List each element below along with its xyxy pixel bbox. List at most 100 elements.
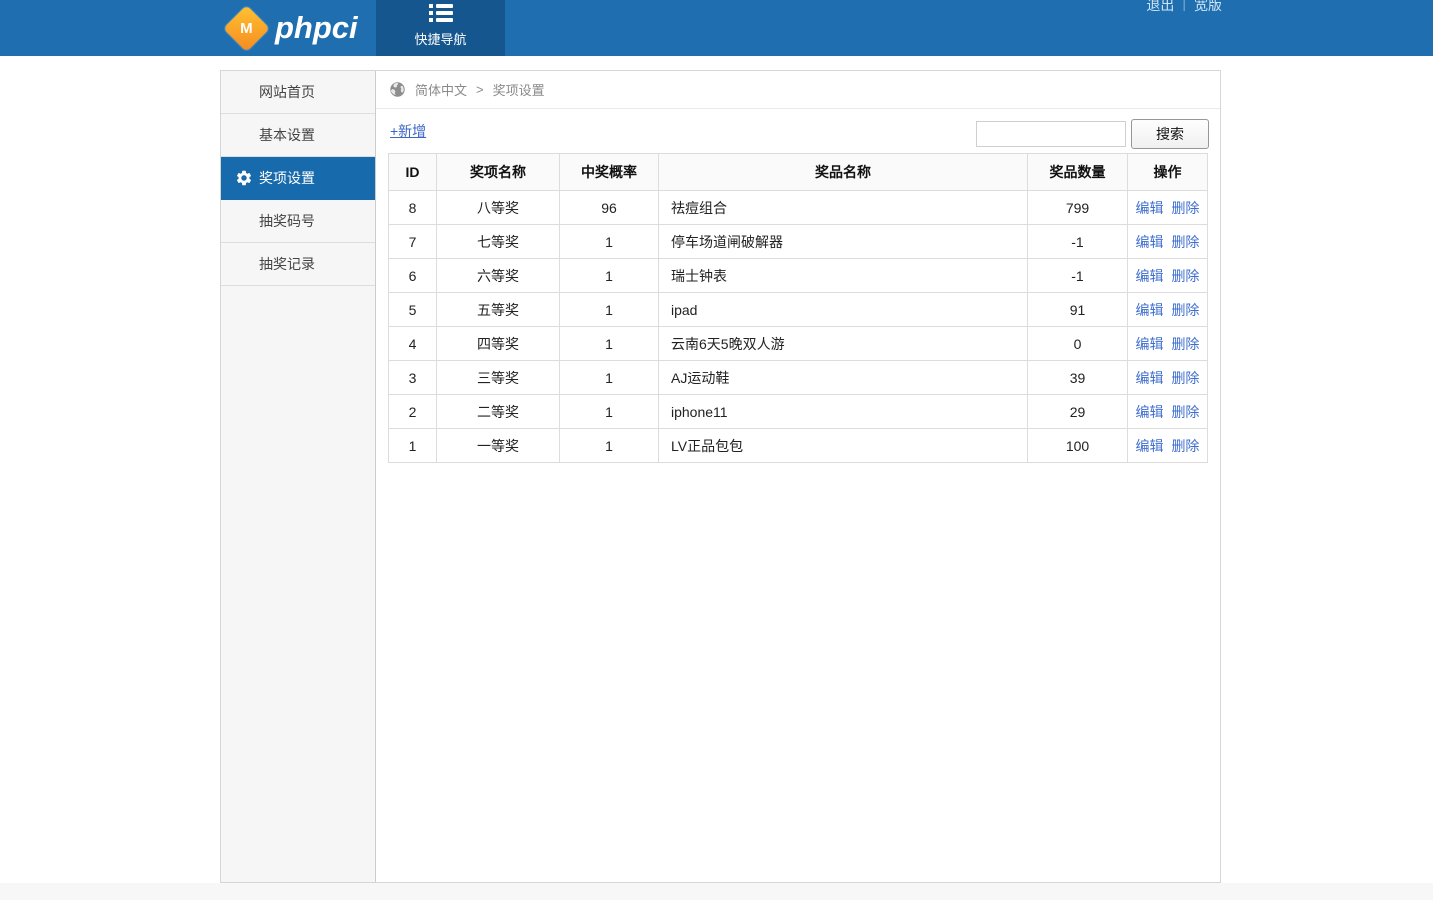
- cell-name: 八等奖: [437, 191, 560, 225]
- edit-link[interactable]: 编辑: [1136, 404, 1164, 420]
- cell-quantity: 799: [1028, 191, 1128, 225]
- sidebar-item[interactable]: 基本设置: [221, 114, 375, 157]
- delete-link[interactable]: 删除: [1171, 200, 1199, 216]
- table-row: 6六等奖1瑞士钟表-1编辑 删除: [389, 259, 1208, 293]
- gear-icon: [235, 169, 253, 187]
- cell-prize: LV正品包包: [659, 429, 1028, 463]
- breadcrumb-separator: >: [476, 82, 484, 97]
- cell-probability: 1: [560, 361, 659, 395]
- nav-tab-label: 快捷导航: [414, 29, 466, 48]
- logo-mark: M: [240, 20, 253, 37]
- cell-quantity: 91: [1028, 293, 1128, 327]
- sidebar-item-label: 抽奖码号: [259, 211, 315, 231]
- cell-name: 三等奖: [437, 361, 560, 395]
- wide-version-link[interactable]: 宽版: [1194, 0, 1222, 15]
- edit-link[interactable]: 编辑: [1136, 200, 1164, 216]
- cell-quantity: 0: [1028, 327, 1128, 361]
- nav-tab-quick-navigation[interactable]: 快捷导航: [376, 0, 505, 56]
- table-row: 8八等奖96祛痘组合799编辑 删除: [389, 191, 1208, 225]
- cell-id: 6: [389, 259, 437, 293]
- main-panel: 简体中文 > 奖项设置 +新增 搜索 ID 奖项名称 中奖概率 奖品名称 奖品数…: [376, 71, 1220, 882]
- cell-prize: AJ运动鞋: [659, 361, 1028, 395]
- header-id: ID: [389, 154, 437, 191]
- cell-actions: 编辑 删除: [1128, 429, 1208, 463]
- cell-actions: 编辑 删除: [1128, 293, 1208, 327]
- header-actions: 操作: [1128, 154, 1208, 191]
- edit-link[interactable]: 编辑: [1136, 438, 1164, 454]
- table-row: 1一等奖1LV正品包包100编辑 删除: [389, 429, 1208, 463]
- cell-name: 七等奖: [437, 225, 560, 259]
- cell-actions: 编辑 删除: [1128, 327, 1208, 361]
- header-quantity: 奖品数量: [1028, 154, 1128, 191]
- cell-actions: 编辑 删除: [1128, 395, 1208, 429]
- bottom-strip: [0, 883, 1433, 900]
- sidebar-item-label: 奖项设置: [259, 168, 315, 188]
- header-prize-name: 奖品名称: [659, 154, 1028, 191]
- content-container: 网站首页基本设置 奖项设置抽奖码号抽奖记录 简体中文 > 奖项设置 +新增 搜索: [220, 70, 1221, 883]
- cell-name: 六等奖: [437, 259, 560, 293]
- sidebar-item-label: 基本设置: [259, 125, 315, 145]
- cell-quantity: -1: [1028, 225, 1128, 259]
- logo-text: phpci: [275, 10, 358, 46]
- sidebar-item-label: 抽奖记录: [259, 254, 315, 274]
- cell-probability: 1: [560, 429, 659, 463]
- cell-quantity: 29: [1028, 395, 1128, 429]
- logout-link[interactable]: 退出: [1146, 0, 1174, 15]
- cell-prize: ipad: [659, 293, 1028, 327]
- delete-link[interactable]: 删除: [1171, 234, 1199, 250]
- cell-name: 一等奖: [437, 429, 560, 463]
- cell-actions: 编辑 删除: [1128, 191, 1208, 225]
- topbar: M phpci 快捷导航 退出 | 宽版: [0, 0, 1433, 56]
- sidebar-item[interactable]: 奖项设置: [221, 157, 375, 200]
- sidebar: 网站首页基本设置 奖项设置抽奖码号抽奖记录: [221, 71, 376, 882]
- delete-link[interactable]: 删除: [1171, 268, 1199, 284]
- sidebar-item[interactable]: 抽奖码号: [221, 200, 375, 243]
- cell-prize: iphone11: [659, 395, 1028, 429]
- cell-probability: 1: [560, 395, 659, 429]
- header-award-name: 奖项名称: [437, 154, 560, 191]
- edit-link[interactable]: 编辑: [1136, 234, 1164, 250]
- breadcrumb-lang[interactable]: 简体中文: [415, 80, 467, 99]
- delete-link[interactable]: 删除: [1171, 404, 1199, 420]
- cell-probability: 1: [560, 293, 659, 327]
- edit-link[interactable]: 编辑: [1136, 302, 1164, 318]
- table-row: 4四等奖1云南6天5晚双人游0编辑 删除: [389, 327, 1208, 361]
- delete-link[interactable]: 删除: [1171, 370, 1199, 386]
- globe-icon: [389, 81, 406, 98]
- search-button[interactable]: 搜索: [1131, 119, 1209, 149]
- cell-id: 8: [389, 191, 437, 225]
- cell-id: 4: [389, 327, 437, 361]
- cell-prize: 云南6天5晚双人游: [659, 327, 1028, 361]
- cell-id: 5: [389, 293, 437, 327]
- cell-probability: 96: [560, 191, 659, 225]
- delete-link[interactable]: 删除: [1171, 438, 1199, 454]
- cell-name: 四等奖: [437, 327, 560, 361]
- edit-link[interactable]: 编辑: [1136, 370, 1164, 386]
- cell-probability: 1: [560, 225, 659, 259]
- edit-link[interactable]: 编辑: [1136, 336, 1164, 352]
- table-row: 7七等奖1停车场道闸破解器-1 编辑 删除: [389, 225, 1208, 259]
- prizes-table: ID 奖项名称 中奖概率 奖品名称 奖品数量 操作 8八等奖96祛痘组合799编…: [388, 153, 1208, 463]
- delete-link[interactable]: 删除: [1171, 336, 1199, 352]
- header-probability: 中奖概率: [560, 154, 659, 191]
- app-logo[interactable]: M phpci: [230, 0, 358, 56]
- edit-link[interactable]: 编辑: [1136, 268, 1164, 284]
- cell-actions: 编辑 删除: [1128, 259, 1208, 293]
- table-row: 2二等奖1iphone1129编辑 删除: [389, 395, 1208, 429]
- search-input[interactable]: [976, 121, 1126, 147]
- cell-probability: 1: [560, 259, 659, 293]
- cell-id: 7: [389, 225, 437, 259]
- add-new-link[interactable]: +新增: [390, 121, 426, 141]
- delete-link[interactable]: 删除: [1171, 302, 1199, 318]
- logo-diamond-icon: M: [223, 5, 270, 52]
- cell-probability: 1: [560, 327, 659, 361]
- toolbar: +新增 搜索: [376, 109, 1220, 153]
- cell-quantity: 39: [1028, 361, 1128, 395]
- cell-name: 五等奖: [437, 293, 560, 327]
- sidebar-item[interactable]: 网站首页: [221, 71, 375, 114]
- sidebar-item-label: 网站首页: [259, 82, 315, 102]
- top-links: 退出 | 宽版: [1146, 0, 1222, 15]
- table-row: 3三等奖1AJ运动鞋39编辑 删除: [389, 361, 1208, 395]
- sidebar-item[interactable]: 抽奖记录: [221, 243, 375, 286]
- cell-prize: 停车场道闸破解器: [659, 225, 1028, 259]
